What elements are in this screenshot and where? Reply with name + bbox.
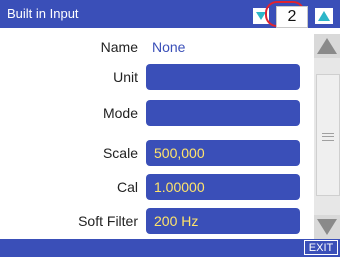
device-screen: Built in Input 2 Name None Unit Mode Sca… [0, 0, 340, 257]
unit-label: Unit [113, 69, 138, 85]
cal-value: 1.00000 [154, 179, 205, 195]
scale-value: 500,000 [154, 145, 205, 161]
scale-field[interactable]: 500,000 [146, 140, 300, 166]
name-label: Name [100, 39, 138, 55]
unit-field[interactable] [146, 64, 300, 90]
scroll-grip-icon[interactable] [322, 133, 334, 141]
cal-label: Cal [116, 179, 138, 195]
mode-label: Mode [102, 105, 138, 121]
scrollbar[interactable] [314, 34, 340, 239]
scroll-down-icon[interactable] [314, 215, 340, 239]
page-number: 2 [276, 6, 308, 28]
cal-field[interactable]: 1.00000 [146, 174, 300, 200]
bottom-bar: EXIT [0, 239, 340, 257]
mode-field[interactable] [146, 100, 300, 126]
exit-button[interactable]: EXIT [304, 240, 338, 255]
screen-title: Built in Input [7, 6, 79, 21]
soft-filter-field[interactable]: 200 Hz [146, 208, 300, 234]
scroll-up-icon[interactable] [314, 34, 340, 58]
title-bar: Built in Input 2 [0, 0, 340, 28]
scale-label: Scale [102, 145, 138, 161]
soft-filter-value: 200 Hz [154, 213, 199, 229]
scroll-track[interactable] [316, 74, 340, 196]
name-value: None [152, 39, 186, 55]
page-up-button[interactable] [315, 8, 333, 24]
soft-filter-label: Soft Filter [78, 213, 138, 229]
